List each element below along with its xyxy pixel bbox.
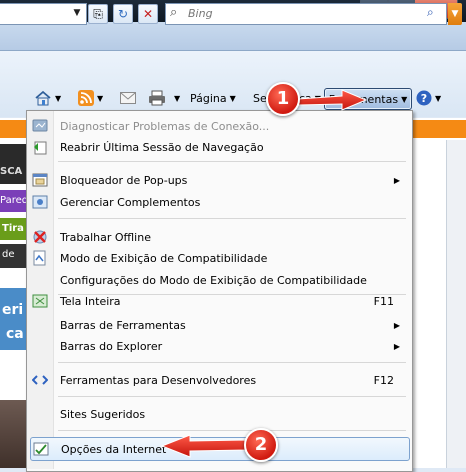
step-badge-2: 2 [244,428,278,462]
annotation-arrow-2 [160,434,247,458]
annotation-overlay [160,89,368,458]
step-badge-1: 1 [266,82,300,116]
annotation-arrow-1 [297,89,368,111]
